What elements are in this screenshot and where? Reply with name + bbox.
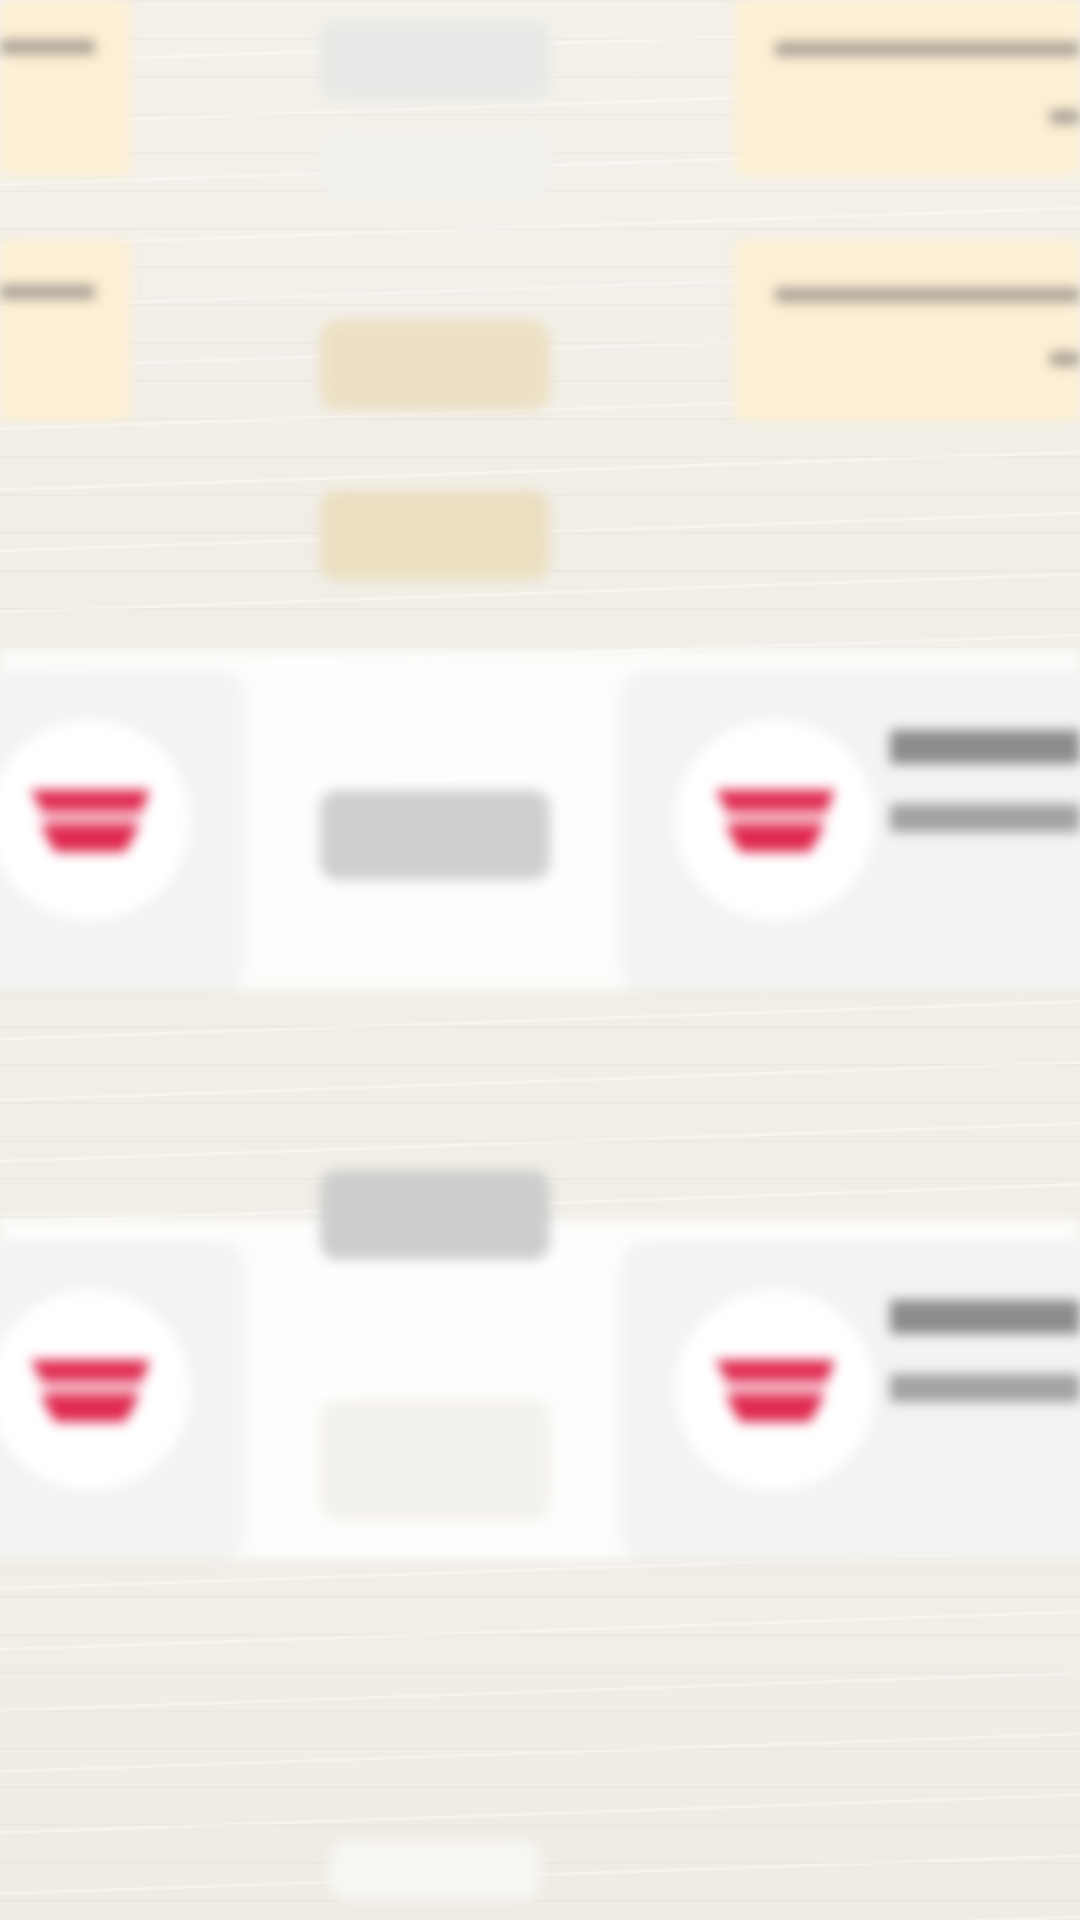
center-placeholder-block bbox=[320, 790, 550, 880]
card-text bbox=[890, 730, 1080, 832]
card-title-placeholder bbox=[890, 730, 1080, 764]
note-card[interactable] bbox=[0, 0, 130, 175]
card-subtitle-placeholder bbox=[890, 1374, 1080, 1402]
center-placeholder-block bbox=[320, 1170, 550, 1260]
note-text-line bbox=[775, 288, 1080, 302]
card-subtitle-placeholder bbox=[890, 804, 1080, 832]
note-card[interactable] bbox=[735, 240, 1080, 420]
center-placeholder-block bbox=[320, 1400, 550, 1520]
card-text bbox=[890, 1300, 1080, 1402]
note-text-line bbox=[1050, 352, 1080, 366]
note-card[interactable] bbox=[735, 0, 1080, 175]
note-text-line bbox=[775, 42, 1080, 56]
blurred-content-layer bbox=[0, 0, 1080, 1920]
center-placeholder-block bbox=[330, 1840, 540, 1900]
center-placeholder-block bbox=[320, 490, 550, 580]
red-wing-logo-icon bbox=[675, 720, 875, 920]
note-text-line bbox=[0, 40, 95, 54]
note-text-line bbox=[1050, 110, 1080, 124]
center-placeholder-block bbox=[320, 130, 550, 200]
center-placeholder-block bbox=[320, 20, 550, 100]
card-title-placeholder bbox=[890, 1300, 1080, 1334]
red-wing-logo-icon bbox=[675, 1290, 875, 1490]
note-card[interactable] bbox=[0, 240, 130, 420]
center-placeholder-block bbox=[320, 320, 550, 410]
note-text-line bbox=[0, 285, 95, 299]
